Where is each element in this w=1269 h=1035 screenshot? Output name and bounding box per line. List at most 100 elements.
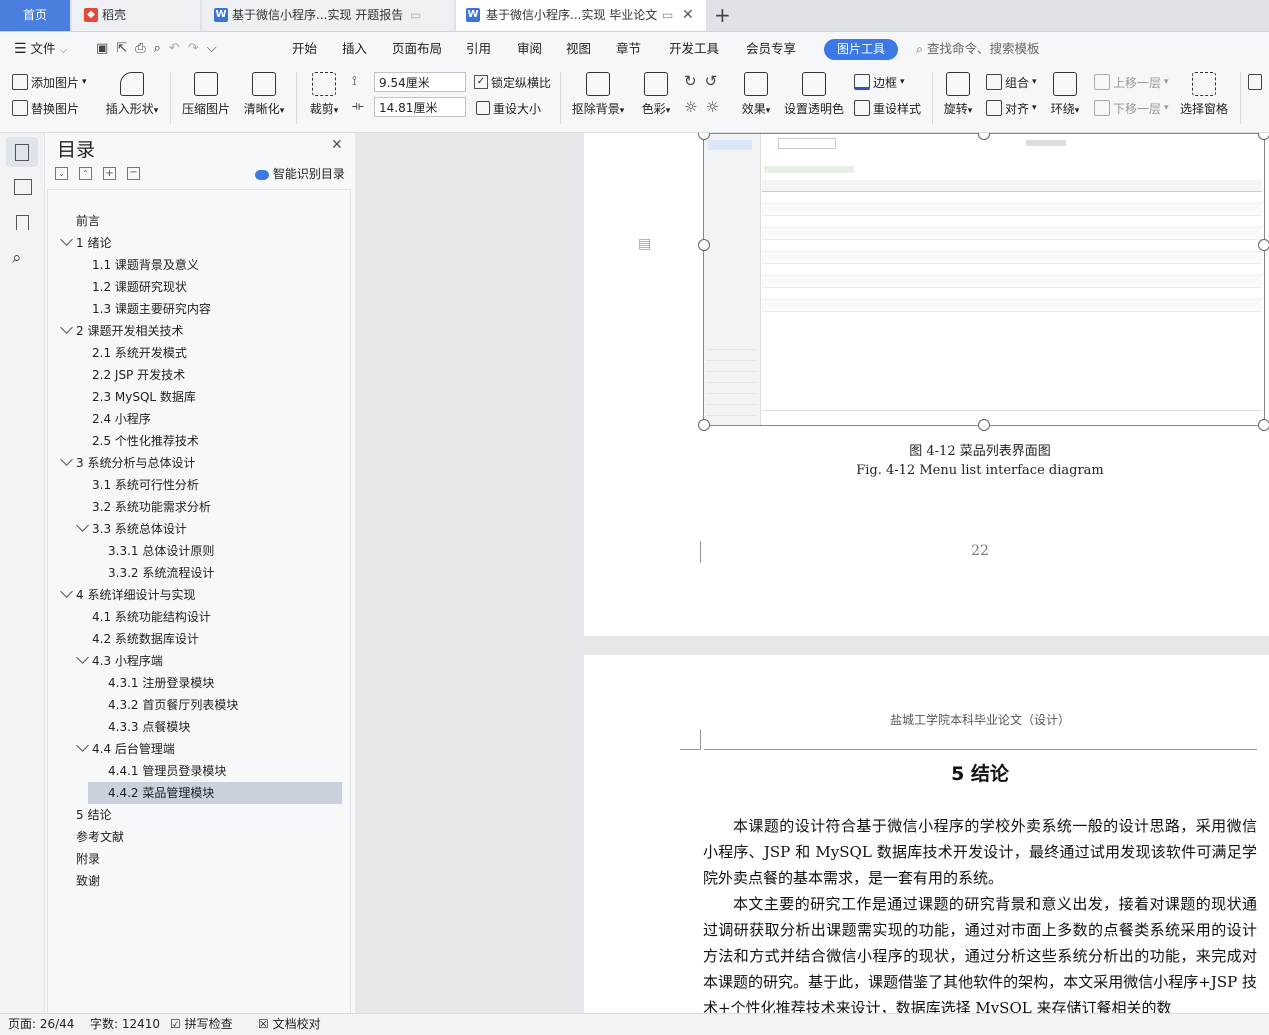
chevron-down-icon[interactable] [60,233,73,246]
selected-image[interactable] [698,133,1269,431]
rotate-button[interactable]: 旋转▾ [940,72,976,117]
page-indicator[interactable]: 页面: 26/44 [8,1014,74,1035]
toc-item[interactable]: 3.1 系统可行性分析 [92,474,199,496]
file-menu[interactable]: ☰ 文件 ⌵ [14,32,67,66]
export-icon[interactable]: ⇱ [116,41,135,56]
toc-item[interactable]: 3.2 系统功能需求分析 [92,496,211,518]
resize-handle[interactable] [1258,239,1269,251]
chevron-down-icon[interactable] [60,585,73,598]
document-canvas[interactable]: 图 4-12 菜品列表界面图 Fig. 4-12 Menu list inter… [356,133,1269,1013]
width-field[interactable]: 14.81厘米 [374,97,466,117]
preview-icon[interactable]: ⌕ [154,41,169,56]
resize-handle[interactable] [978,133,990,140]
toc-item[interactable]: 致谢 [76,870,100,892]
menu-member[interactable]: 会员专享 [746,32,796,66]
toc-item[interactable]: 5 结论 [76,804,111,826]
toc-item[interactable]: 4.3.2 首页餐厅列表模块 [108,694,238,716]
toc-item[interactable]: 1.3 课题主要研究内容 [92,298,211,320]
clarify-button[interactable]: 清晰化▾ [240,72,288,117]
toc-item[interactable]: 4.3.1 注册登录模块 [108,672,214,694]
wrap-button[interactable]: 环绕▾ [1046,72,1084,117]
menu-page-layout[interactable]: 页面布局 [392,32,442,66]
chevron-down-icon[interactable] [60,321,73,334]
align-button[interactable]: 对齐 ▾ [986,98,1037,118]
menu-review[interactable]: 审阅 [517,32,542,66]
undo-icon[interactable]: ↶ [169,41,188,56]
toc-item[interactable]: 2.1 系统开发模式 [92,342,187,364]
compress-button[interactable]: 压缩图片 [180,72,232,117]
effects-button[interactable]: 效果▾ [736,72,776,117]
toc-item[interactable]: 1 绪论 [76,232,111,254]
toc-item[interactable]: 1.2 课题研究现状 [92,276,187,298]
lock-ratio-checkbox[interactable]: ✓ 锁定纵横比 [474,72,551,92]
toc-item[interactable]: 4.3.3 点餐模块 [108,716,190,738]
chevron-down-icon[interactable] [76,651,89,664]
rotate-left-right-icons[interactable]: ↻↺ [684,72,725,90]
toc-item[interactable]: 3.3 系统总体设计 [92,518,187,540]
remove-heading-icon[interactable]: − [127,167,140,180]
height-field[interactable]: 9.54厘米 [374,72,466,92]
menu-insert[interactable]: 插入 [342,32,367,66]
tab-thesis[interactable]: W 基于微信小程序...实现 毕业论文 ▭ ✕ [456,0,706,31]
screen-icon[interactable]: ▭ [662,0,673,31]
tab-docer[interactable]: ◆ 稻壳 [72,0,200,31]
toc-item[interactable]: 参考文献 [76,826,124,848]
toc-item[interactable]: 2.3 MySQL 数据库 [92,386,196,408]
chevron-down-icon[interactable] [60,453,73,466]
menu-start[interactable]: 开始 [292,32,317,66]
toc-item[interactable]: 3.3.1 总体设计原则 [108,540,214,562]
spell-check-button[interactable]: ☑ 拼写检查 [170,1014,233,1035]
toc-item[interactable]: 前言 [76,210,100,232]
toc-item[interactable]: 4 系统详细设计与实现 [76,584,195,606]
new-tab-button[interactable]: + [714,0,734,31]
save-icon[interactable]: ▣ [96,41,116,56]
crop-button[interactable]: 裁剪▾ [304,72,344,117]
toc-item[interactable]: 3.3.2 系统流程设计 [108,562,214,584]
rail-chapter-icon[interactable] [14,179,32,195]
insert-shape-button[interactable]: 插入形状▾ [102,72,162,117]
rail-toc-button[interactable] [6,137,38,167]
command-search[interactable]: ⌕ 查找命令、搜索模板 [916,32,1040,66]
collapse-all-icon[interactable]: ⌄ [55,167,68,180]
tab-proposal[interactable]: W 基于微信小程序...实现 开题报告 ▭ [202,0,454,31]
border-button[interactable]: 边框 ▾ [854,72,905,92]
remove-background-button[interactable]: 抠除背景▾ [568,72,628,117]
proofread-button[interactable]: ☒ 文档校对 [258,1014,321,1035]
print-icon[interactable]: ⎙ [135,41,153,56]
resize-handle[interactable] [1258,133,1269,140]
toc-item[interactable]: 2.4 小程序 [92,408,151,430]
resize-handle[interactable] [978,419,990,431]
tab-home[interactable]: 首页 [0,0,70,31]
menu-picture-tools[interactable]: 图片工具 [824,39,898,60]
close-icon[interactable]: ✕ [331,137,343,153]
menu-reference[interactable]: 引用 [466,32,491,66]
bring-forward-button[interactable]: 上移一层 ▾ [1094,72,1169,92]
menu-developer[interactable]: 开发工具 [669,32,719,66]
group-button[interactable]: 组合 ▾ [986,72,1037,92]
bookmark-icon[interactable] [16,215,29,230]
add-heading-icon[interactable]: + [103,167,116,180]
chevron-down-icon[interactable] [76,739,89,752]
toc-item[interactable]: 4.4.1 管理员登录模块 [108,760,226,782]
selection-pane-button[interactable]: 选择窗格 [1176,72,1232,117]
reset-size-button[interactable]: 重设大小 [476,98,541,118]
toc-item[interactable]: 1.1 课题背景及意义 [92,254,199,276]
more-icon[interactable]: ⌵ [207,41,225,56]
toc-item[interactable]: 2.2 JSP 开发技术 [92,364,185,386]
word-count[interactable]: 字数: 12410 [90,1014,160,1035]
toc-item[interactable]: 4.1 系统功能结构设计 [92,606,211,628]
toc-item[interactable]: 2.5 个性化推荐技术 [92,430,199,452]
search-icon[interactable]: ⌕ [12,248,22,268]
quick-access-toolbar[interactable]: ▣⇱⎙⌕↶↷⌵ [96,32,225,66]
color-button[interactable]: 色彩▾ [636,72,676,117]
toc-item-selected[interactable]: 4.4.2 菜品管理模块 [88,782,342,804]
resize-handle[interactable] [1258,419,1269,431]
chevron-down-icon[interactable] [76,519,89,532]
replace-image-button[interactable]: 替换图片 [12,98,79,118]
reset-style-button[interactable]: 重设样式 [854,98,921,118]
toc-item[interactable]: 4.4 后台管理端 [92,738,175,760]
send-backward-button[interactable]: 下移一层 ▾ [1094,98,1169,118]
set-transparent-button[interactable]: 设置透明色 [782,72,846,117]
smart-toc-button[interactable]: 智能识别目录 [255,165,345,182]
expand-up-icon[interactable]: ⌃ [79,167,92,180]
